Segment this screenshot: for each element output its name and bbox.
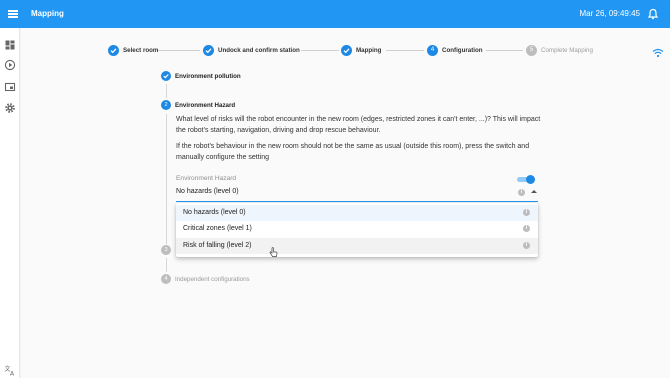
toggle-knob: [526, 175, 535, 184]
hazard-description: What level of risks will the robot encou…: [176, 116, 541, 134]
step-number: 4: [427, 45, 438, 56]
select-value: No hazards (level 0): [176, 188, 239, 195]
check-icon: [108, 45, 119, 56]
substep-label: Independent configurations: [175, 276, 250, 283]
datetime-display: Mar 26, 09:49:45: [579, 9, 640, 18]
step-connector: [158, 50, 200, 51]
step-number: 5: [526, 45, 537, 56]
check-icon: [203, 45, 214, 56]
option-critical-zones[interactable]: Critical zones (level 1) i: [176, 221, 538, 237]
hazard-level-dropdown: No hazards (level 0) i Critical zones (l…: [176, 203, 538, 257]
substep-connector: [166, 258, 167, 272]
step-connector: [486, 50, 523, 51]
option-no-hazards[interactable]: No hazards (level 0) i: [176, 205, 538, 221]
step-connector: [301, 50, 339, 51]
hazard-override-toggle[interactable]: [517, 175, 535, 184]
step-connector: [386, 50, 424, 51]
check-icon: [341, 45, 352, 56]
substep-number: 2: [161, 100, 171, 110]
play-circle-icon[interactable]: [4, 58, 16, 71]
step-label: Configuration: [442, 47, 483, 54]
option-label: Critical zones (level 1): [183, 225, 252, 232]
substep-number: 4: [161, 274, 171, 284]
check-icon: [161, 71, 171, 81]
chevron-up-icon[interactable]: [531, 190, 537, 193]
media-icon[interactable]: [4, 80, 16, 92]
step-label: Mapping: [356, 47, 382, 54]
hand-pointer-icon: [269, 245, 278, 257]
option-label: Risk of falling (level 2): [183, 242, 252, 249]
top-app-bar: Mapping Mar 26, 09:49:45: [0, 0, 670, 28]
info-icon[interactable]: i: [523, 225, 530, 232]
substep-connector: [166, 114, 167, 244]
notifications-bell-icon[interactable]: [646, 7, 660, 21]
info-icon[interactable]: i: [523, 209, 530, 216]
main-content: Select room Undock and confirm station M…: [21, 28, 670, 378]
option-label: No hazards (level 0): [183, 209, 246, 216]
step-label: Undock and confirm station: [218, 47, 300, 54]
nav-sidebar: 文 A: [0, 28, 20, 378]
info-icon[interactable]: i: [518, 189, 525, 196]
settings-icon[interactable]: [4, 101, 16, 113]
svg-text:A: A: [10, 371, 15, 377]
step-label: Complete Mapping: [541, 47, 593, 54]
wifi-icon: [652, 45, 664, 58]
substep-number: 3: [161, 245, 171, 255]
substep-connector: [166, 84, 167, 98]
substep-label: Environment Hazard: [175, 102, 236, 109]
substep-label: Environment pollution: [175, 73, 241, 80]
hazard-instruction: If the robot's behaviour in the new room…: [176, 143, 530, 161]
info-icon[interactable]: i: [523, 242, 530, 249]
dashboard-icon[interactable]: [4, 38, 16, 50]
field-label: Environment Hazard: [176, 175, 237, 182]
menu-icon[interactable]: [7, 7, 21, 21]
translate-icon[interactable]: 文 A: [4, 363, 16, 378]
hazard-level-select[interactable]: No hazards (level 0) i: [176, 185, 538, 202]
step-label: Select room: [123, 47, 159, 54]
page-title: Mapping: [31, 9, 64, 18]
option-risk-of-falling[interactable]: Risk of falling (level 2) i: [176, 238, 538, 254]
